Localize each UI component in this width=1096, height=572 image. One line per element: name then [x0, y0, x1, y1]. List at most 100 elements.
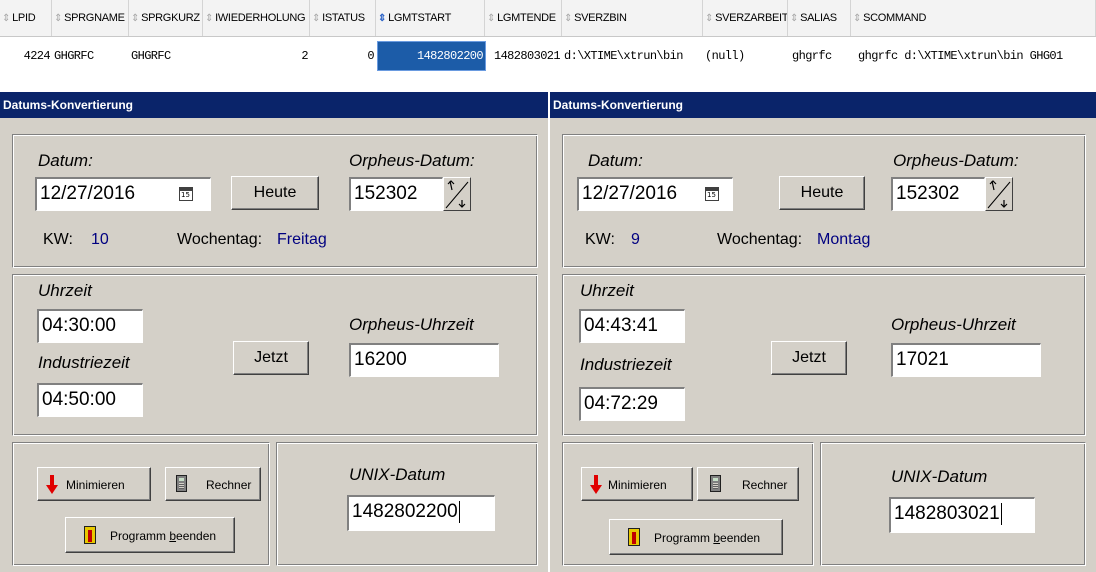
wochentag-value: Freitag: [277, 231, 327, 248]
column-header-salias[interactable]: ⇕ SALIAS: [788, 0, 851, 36]
uhrzeit-label: Uhrzeit: [580, 281, 634, 300]
result-grid: ⇕ LPID ⇕ SPRGNAME ⇕ SPRGKURZ ⇕ IWIEDERHOLUNG…: [0, 0, 1096, 92]
dialog-datums-konvertierung-right: Datums-Konvertierung Datum: 12/27/2016 1…: [550, 92, 1096, 572]
calculator-icon: [710, 475, 721, 492]
actions-panel: Minimieren Rechner Programm beenden: [12, 442, 270, 566]
programm-beenden-button[interactable]: Programm beenden: [609, 519, 783, 555]
column-header-lpid[interactable]: ⇕ LPID: [0, 0, 52, 36]
industriezeit-field[interactable]: 04:50:00: [37, 383, 143, 417]
unix-panel: UNIX-Datum 1482803021: [820, 442, 1086, 566]
heute-button[interactable]: Heute: [779, 176, 865, 210]
table-row[interactable]: 4224 GHGRFC GHGRFC 2 0 1482802200 148280…: [0, 41, 1096, 71]
spinner-arrows-icon: [987, 180, 1011, 209]
uhrzeit-field[interactable]: 04:43:41: [579, 309, 685, 343]
text-caret: [458, 500, 460, 523]
column-header-lgmtende[interactable]: ⇕ LGMTENDE: [485, 0, 562, 36]
column-header-iwiederholung[interactable]: ⇕ IWIEDERHOLUNG: [203, 0, 310, 36]
arrow-down-red-icon: [590, 475, 602, 494]
dialog-title[interactable]: Datums-Konvertierung: [550, 92, 1096, 118]
cell-lgmtende[interactable]: 1482803021: [485, 42, 562, 70]
exit-door-icon: [628, 528, 640, 546]
spinner-arrows-icon: [445, 180, 469, 209]
wochentag-label: Wochentag:: [717, 231, 803, 248]
programm-beenden-button[interactable]: Programm beenden: [65, 517, 235, 553]
cell-sverzarbeit[interactable]: (null): [705, 42, 788, 70]
column-header-istatus[interactable]: ⇕ ISTATUS: [310, 0, 376, 36]
dialog-datums-konvertierung-left: Datums-Konvertierung Datum: 12/27/2016 1…: [0, 92, 548, 572]
calculator-icon: [176, 475, 187, 492]
cell-sprgkurz[interactable]: GHGRFC: [131, 42, 203, 70]
orpheus-datum-spinner[interactable]: [443, 177, 471, 211]
text-caret: [1000, 502, 1002, 525]
minimieren-button[interactable]: Minimieren: [37, 467, 151, 501]
time-panel: Uhrzeit 04:30:00 Industriezeit 04:50:00 …: [12, 274, 538, 436]
sort-icon: ⇕: [564, 13, 573, 24]
actions-panel: Minimieren Rechner Programm beenden: [562, 442, 814, 566]
industriezeit-field[interactable]: 04:72:29: [579, 387, 685, 421]
datum-field[interactable]: 12/27/2016 15: [35, 177, 211, 211]
sort-icon: ⇕: [312, 13, 321, 24]
orpheus-datum-label: Orpheus-Datum:: [893, 151, 1019, 170]
column-header-sprgname[interactable]: ⇕ SPRGNAME: [52, 0, 129, 36]
column-header-lgmtstart[interactable]: ⇕ LGMTSTART: [376, 0, 485, 36]
column-header-sverzbin[interactable]: ⇕ SVERZBIN: [562, 0, 703, 36]
arrow-down-red-icon: [46, 475, 58, 494]
column-header-scommand[interactable]: ⇕ SCOMMAND: [851, 0, 1096, 36]
calendar-icon[interactable]: 15: [179, 187, 193, 201]
kw-value: 10: [91, 231, 109, 248]
minimieren-button[interactable]: Minimieren: [581, 467, 693, 501]
date-panel: Datum: 12/27/2016 15 Heute Orpheus-Datum…: [12, 134, 538, 268]
orpheus-datum-spinner[interactable]: [985, 177, 1013, 211]
grid-header: ⇕ LPID ⇕ SPRGNAME ⇕ SPRGKURZ ⇕ IWIEDERHOLUNG…: [0, 0, 1096, 37]
cell-salias[interactable]: ghgrfc: [792, 42, 851, 70]
orpheus-datum-field[interactable]: 152302: [349, 177, 443, 211]
orpheus-datum-field[interactable]: 152302: [891, 177, 985, 211]
orpheus-uhrzeit-field[interactable]: 16200: [349, 343, 499, 377]
datum-field[interactable]: 12/27/2016 15: [577, 177, 733, 211]
jetzt-button[interactable]: Jetzt: [771, 341, 847, 375]
cell-lpid[interactable]: 4224: [0, 42, 52, 70]
jetzt-button[interactable]: Jetzt: [233, 341, 309, 375]
datum-value: 12/27/2016: [40, 183, 136, 204]
kw-label: KW:: [43, 231, 73, 248]
column-header-sprgkurz[interactable]: ⇕ SPRGKURZ: [129, 0, 203, 36]
cell-scommand[interactable]: ghgrfc d:\XTIME\xtrun\bin GHG01: [858, 42, 1096, 70]
kw-label: KW:: [585, 231, 615, 248]
orpheus-uhrzeit-label: Orpheus-Uhrzeit: [891, 315, 1016, 334]
unix-datum-label: UNIX-Datum: [891, 467, 988, 486]
sort-icon: ⇕: [487, 13, 496, 24]
rechner-button[interactable]: Rechner: [165, 467, 261, 501]
cell-sprgname[interactable]: GHGRFC: [54, 42, 129, 70]
uhrzeit-field[interactable]: 04:30:00: [37, 309, 143, 343]
industriezeit-label: Industriezeit: [580, 355, 672, 374]
dialog-title[interactable]: Datums-Konvertierung: [0, 92, 548, 118]
sort-ascending-icon: ⇕: [378, 13, 387, 24]
kw-value: 9: [631, 231, 640, 248]
unix-datum-field[interactable]: 1482803021: [889, 497, 1035, 533]
orpheus-datum-label: Orpheus-Datum:: [349, 151, 475, 170]
wochentag-value: Montag: [817, 231, 871, 248]
cell-sverzbin[interactable]: d:\XTIME\xtrun\bin: [564, 42, 703, 70]
orpheus-uhrzeit-label: Orpheus-Uhrzeit: [349, 315, 474, 334]
heute-button[interactable]: Heute: [231, 176, 319, 210]
cell-istatus[interactable]: 0: [310, 42, 376, 70]
unix-panel: UNIX-Datum 1482802200: [276, 442, 538, 566]
date-panel: Datum: 12/27/2016 15 Heute Orpheus-Datum…: [562, 134, 1086, 268]
industriezeit-label: Industriezeit: [38, 353, 130, 372]
uhrzeit-label: Uhrzeit: [38, 281, 92, 300]
sort-icon: ⇕: [131, 13, 140, 24]
cell-iwiederholung[interactable]: 2: [203, 42, 310, 70]
sort-icon: ⇕: [853, 13, 862, 24]
orpheus-uhrzeit-field[interactable]: 17021: [891, 343, 1041, 377]
column-header-sverzarbeit[interactable]: ⇕ SVERZARBEIT: [703, 0, 788, 36]
sort-icon: ⇕: [54, 13, 63, 24]
calendar-icon[interactable]: 15: [705, 187, 719, 201]
wochentag-label: Wochentag:: [177, 231, 263, 248]
cell-lgmtstart-selected[interactable]: 1482802200: [377, 41, 486, 71]
unix-datum-field[interactable]: 1482802200: [347, 495, 495, 531]
datum-label: Datum:: [588, 151, 643, 170]
time-panel: Uhrzeit 04:43:41 Industriezeit 04:72:29 …: [562, 274, 1086, 436]
datum-value: 12/27/2016: [582, 183, 678, 204]
rechner-button[interactable]: Rechner: [697, 467, 799, 501]
sort-icon: ⇕: [790, 13, 799, 24]
